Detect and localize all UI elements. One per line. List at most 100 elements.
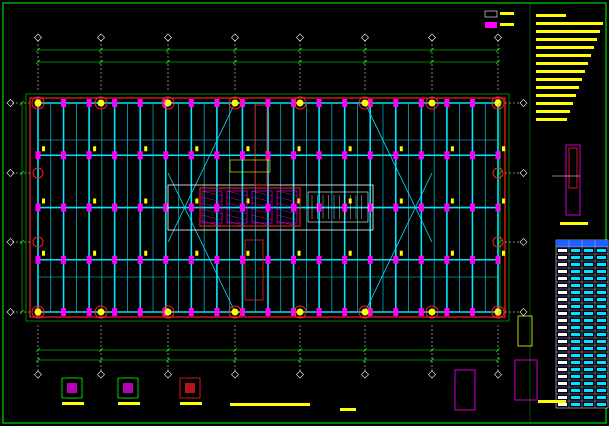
table-cell-mark [571,403,580,406]
table-cell-mark [571,298,580,301]
column-section [342,255,348,264]
column-section [418,308,424,316]
table-cell-mark [558,305,567,308]
column-tag [502,250,505,256]
column-section [291,255,297,264]
column-tag [399,146,403,152]
column-section [61,99,67,107]
column-section [188,308,194,316]
circle-marker-icon [494,99,502,107]
column-section [418,255,424,264]
column-section [265,99,271,107]
table-cell-mark [584,354,593,357]
column-section [86,308,92,316]
column-tag [450,198,454,204]
circle-marker-icon [34,308,42,316]
column-section [112,255,118,264]
column-section [61,151,67,160]
circle-marker-icon [494,308,502,316]
detail-label [62,402,84,405]
detail-label [118,402,140,405]
column-tag [297,250,301,256]
column-tag [144,250,148,256]
table-cell-mark [584,396,593,399]
detail-label [538,400,566,403]
detail-fill [123,383,133,393]
column-section [163,151,169,160]
column-section [214,151,220,160]
table-cell-mark [597,277,606,280]
table-cell-mark [584,291,593,294]
column-section [61,255,67,264]
table-cell-mark [558,361,567,364]
column-tag [450,250,454,256]
table-cell-mark [571,263,580,266]
column-section [137,151,143,160]
detail-fill [185,383,195,393]
column-tag [297,146,301,152]
table-cell-mark [584,256,593,259]
column-section [239,255,245,264]
table-cell-mark [597,403,606,406]
table-cell-mark [584,277,593,280]
column-tag [144,146,148,152]
column-section [342,203,348,212]
circle-marker-icon [97,99,105,107]
table-cell-mark [597,340,606,343]
column-section [163,255,169,264]
column-section [469,255,475,264]
table-cell-mark [597,375,606,378]
table-cell-mark [597,284,606,287]
table-cell-mark [597,291,606,294]
table-cell-mark [558,319,567,322]
column-section [418,151,424,160]
column-section [444,151,450,160]
cad-drawing-canvas[interactable] [0,0,609,426]
table-cell-mark [571,347,580,350]
column-section [444,255,450,264]
table-cell-mark [584,375,593,378]
column-section [444,203,450,212]
table-cell-mark [571,312,580,315]
circle-marker-icon [428,99,436,107]
column-section [265,308,271,316]
legend-swatch [485,22,497,28]
circle-marker-icon [361,99,369,107]
table-cell-mark [584,368,593,371]
table-cell-mark [597,319,606,322]
column-tag [195,250,199,256]
table-cell-mark [597,354,606,357]
column-section [469,151,475,160]
legend-text-mark [500,12,514,15]
table-cell-mark [558,312,567,315]
column-section [367,151,373,160]
column-tag [42,250,45,256]
note-line [536,46,594,49]
table-cell-mark [597,361,606,364]
table-cell-mark [571,284,580,287]
column-section [35,255,41,264]
column-tag [93,146,97,152]
table-cell-mark [597,263,606,266]
column-section [188,99,194,107]
column-section [35,151,41,160]
column-section [291,151,297,160]
column-section [316,151,322,160]
column-tag [42,198,45,204]
circle-marker-icon [34,99,42,107]
column-section [214,203,220,212]
circle-marker-icon [97,308,105,316]
table-cell-mark [597,333,606,336]
column-section [214,255,220,264]
note-line [536,30,600,33]
column-tag [348,250,352,256]
circle-marker-icon [296,99,304,107]
column-section [316,255,322,264]
table-cell-mark [558,368,567,371]
column-tag [246,146,250,152]
table-cell-mark [571,375,580,378]
column-section [137,255,143,264]
column-tag [450,146,454,152]
table-cell-mark [584,403,593,406]
table-cell-mark [584,333,593,336]
